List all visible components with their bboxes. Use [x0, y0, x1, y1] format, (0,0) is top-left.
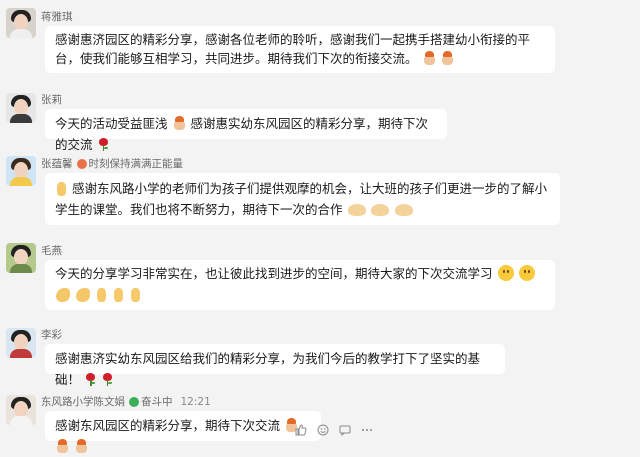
rose-icon [85, 373, 96, 386]
sender-name[interactable]: 张蕴馨 [41, 156, 73, 171]
flower-pot-icon [56, 439, 69, 454]
sender-name[interactable]: 张莉 [41, 92, 62, 107]
more-icon[interactable] [356, 421, 378, 439]
message-bubble[interactable]: 今天的分享学习非常实在，也让彼此找到进步的空间，期待大家的下次交流学习 [45, 260, 555, 310]
thumbs-up-icon[interactable] [290, 421, 312, 439]
flexed-biceps-icon [75, 288, 90, 302]
avatar[interactable] [6, 243, 36, 273]
sender-name-row: 张莉 [41, 92, 62, 107]
message-bubble[interactable]: 今天的活动受益匪浅 感谢惠实幼东风园区的精彩分享，期待下次的交流 [45, 109, 447, 152]
flower-pot-icon [423, 51, 436, 66]
message-hover-toolbar [290, 421, 378, 439]
flower-pot-icon [75, 439, 88, 454]
message-bubble[interactable]: 感谢惠济实幼东风园区给我们的精彩分享，为我们今后的教学打下了坚实的基础！ [45, 344, 505, 387]
message-text: 感谢东风路小学的老师们为孩子们提供观摩的机会，让大班的孩子们更进一步的了解小学生… [55, 181, 547, 217]
smile-icon [497, 265, 514, 281]
message-bubble[interactable]: 感谢东风园区的精彩分享，期待下次交流 [45, 411, 321, 453]
status-emoji-icon [76, 158, 87, 169]
flower-pot-icon [441, 51, 454, 66]
smile-icon [519, 265, 536, 281]
sender-name[interactable]: 李彩 [41, 327, 62, 342]
message-text: 今天的分享学习非常实在，也让彼此找到进步的空间，期待大家的下次交流学习 [55, 266, 493, 281]
message-bubble[interactable]: 感谢东风路小学的老师们为孩子们提供观摩的机会，让大班的孩子们更进一步的了解小学生… [45, 173, 560, 225]
message-text-part1: 今天的活动受益匪浅 [55, 116, 168, 131]
sender-name-row: 东风路小学陈文娟 奋斗中 12:21 [41, 394, 211, 409]
reply-icon[interactable] [334, 421, 356, 439]
sender-name[interactable]: 毛燕 [41, 243, 62, 258]
hand-pointing-icon [96, 288, 106, 302]
avatar[interactable] [6, 395, 36, 425]
avatar[interactable] [6, 156, 36, 186]
message-text: 感谢东风园区的精彩分享，期待下次交流 [55, 418, 281, 433]
hand-pointing-icon [130, 288, 140, 302]
message-bubble[interactable]: 感谢惠济园区的精彩分享，感谢各位老师的聆听，感谢我们一起携手搭建幼小衔接的平台，… [45, 26, 555, 73]
rose-icon [102, 373, 113, 386]
rose-icon [98, 138, 109, 151]
sender-name-row: 张蕴馨 时刻保持满满正能量 [41, 156, 183, 171]
status-emoji-icon [129, 396, 139, 407]
status-text: 时刻保持满满正能量 [88, 158, 184, 170]
flexed-biceps-icon [56, 288, 70, 302]
avatar[interactable] [6, 8, 36, 38]
hand-pointing-icon [57, 182, 66, 196]
timestamp: 12:21 [180, 395, 211, 408]
message-text: 感谢惠济园区的精彩分享，感谢各位老师的聆听，感谢我们一起携手搭建幼小衔接的平台，… [55, 32, 531, 66]
message-text: 感谢惠济实幼东风园区给我们的精彩分享，为我们今后的教学打下了坚实的基础！ [55, 351, 481, 387]
status-tag: 时刻保持满满正能量 [76, 156, 184, 171]
sender-name[interactable]: 蒋雅琪 [41, 9, 73, 24]
status-tag: 奋斗中 [129, 394, 173, 409]
handshake-icon [347, 204, 366, 216]
smile-icon[interactable] [312, 421, 334, 439]
handshake-icon [371, 204, 390, 216]
sender-name-row: 蒋雅琪 [41, 9, 73, 24]
flower-pot-icon [173, 116, 186, 131]
handshake-icon [395, 204, 414, 216]
avatar[interactable] [6, 93, 36, 123]
sender-name[interactable]: 东风路小学陈文娟 [41, 394, 125, 409]
sender-name-row: 李彩 [41, 327, 62, 342]
avatar[interactable] [6, 328, 36, 358]
sender-name-row: 毛燕 [41, 243, 62, 258]
status-text: 奋斗中 [141, 396, 173, 408]
hand-pointing-icon [113, 288, 123, 302]
